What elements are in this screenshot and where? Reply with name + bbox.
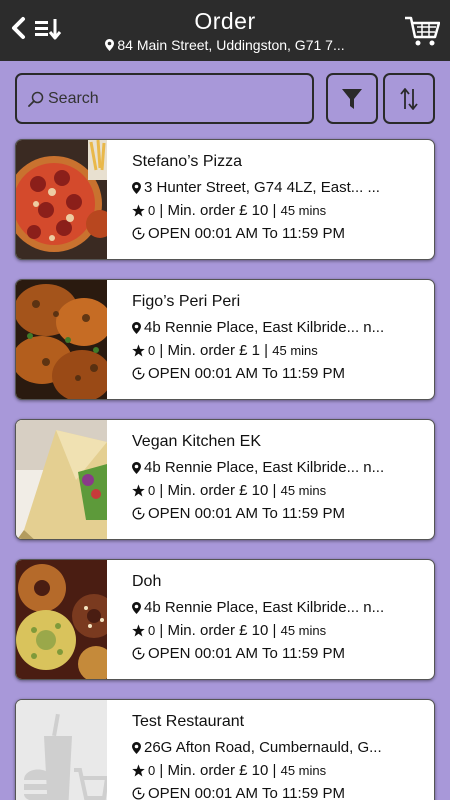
restaurant-card[interactable]: Vegan Kitchen EK 4b Rennie Place, East K…	[15, 419, 435, 540]
restaurant-hours-row: OPEN 00:01 AM To 11:59 PM	[132, 224, 426, 244]
cart-icon[interactable]	[404, 15, 440, 47]
restaurant-min-order: Min. order £ 10	[167, 202, 269, 219]
restaurant-name: Test Restaurant	[132, 713, 245, 730]
restaurant-delivery-time: 45 mins	[272, 343, 318, 358]
restaurant-delivery-time: 45 mins	[280, 623, 327, 638]
restaurant-min-order: Min. order £ 10	[167, 762, 269, 779]
restaurant-address-row: 4b Rennie Place, East Kilbride... n...	[132, 458, 426, 478]
restaurant-hours: OPEN 00:01 AM To 11:59 PM	[148, 505, 346, 522]
restaurant-address: 4b Rennie Place, East Kilbride... n...	[144, 319, 385, 336]
restaurant-min-order: Min. order £ 1	[167, 342, 261, 359]
restaurant-image-chicken	[16, 280, 107, 399]
restaurant-name: Stefano’s Pizza	[132, 153, 242, 170]
restaurant-hours-row: OPEN 00:01 AM To 11:59 PM	[132, 504, 426, 524]
star-icon	[132, 344, 145, 357]
top-bar: Order 84 Main Street, Uddingston, G71 7.…	[0, 0, 450, 61]
restaurant-hours: OPEN 00:01 AM To 11:59 PM	[148, 645, 346, 662]
restaurant-name: Figo’s Peri Peri	[132, 293, 241, 310]
restaurant-info: Vegan Kitchen EK 4b Rennie Place, East K…	[132, 432, 426, 527]
restaurant-image-placeholder	[16, 700, 107, 800]
restaurant-meta-row: 0 | Min. order £ 10 | 45 mins	[132, 481, 426, 501]
restaurant-info: Test Restaurant 26G Afton Road, Cumberna…	[132, 712, 426, 800]
search-input[interactable]	[48, 86, 298, 112]
star-icon	[132, 204, 145, 217]
restaurant-hours-row: OPEN 00:01 AM To 11:59 PM	[132, 364, 426, 384]
sort-button[interactable]	[383, 73, 435, 124]
restaurant-address: 4b Rennie Place, East Kilbride... n...	[144, 459, 385, 476]
restaurant-card[interactable]: Figo’s Peri Peri 4b Rennie Place, East K…	[15, 279, 435, 400]
restaurant-hours: OPEN 00:01 AM To 11:59 PM	[148, 225, 346, 242]
filter-button[interactable]	[326, 73, 378, 124]
restaurant-address: 4b Rennie Place, East Kilbride... n...	[144, 599, 385, 616]
location-pin-icon	[132, 182, 141, 194]
restaurant-delivery-time: 45 mins	[280, 763, 327, 778]
star-icon	[132, 484, 145, 497]
page-title: Order	[194, 8, 256, 34]
restaurant-hours: OPEN 00:01 AM To 11:59 PM	[148, 365, 346, 382]
clock-icon	[132, 787, 145, 800]
restaurant-hours-row: OPEN 00:01 AM To 11:59 PM	[132, 644, 426, 664]
location-pin-icon	[132, 462, 141, 474]
back-icon[interactable]	[8, 14, 30, 42]
location-pin-icon	[132, 322, 141, 334]
restaurant-delivery-time: 45 mins	[280, 203, 327, 218]
sort-list-icon[interactable]	[33, 15, 63, 43]
header-title-block: Order 84 Main Street, Uddingston, G71 7.…	[70, 7, 380, 54]
restaurant-meta-row: 0 | Min. order £ 10 | 45 mins	[132, 621, 426, 641]
restaurant-address-row: 3 Hunter Street, G74 4LZ, East... ...	[132, 178, 426, 198]
restaurant-address: 26G Afton Road, Cumbernauld, G...	[144, 739, 382, 756]
restaurant-hours: OPEN 00:01 AM To 11:59 PM	[148, 785, 346, 800]
restaurant-address-row: 4b Rennie Place, East Kilbride... n...	[132, 318, 426, 338]
location-pin-icon	[105, 39, 115, 51]
delivery-address-text: 84 Main Street, Uddingston, G71 7...	[117, 37, 345, 53]
clock-icon	[132, 507, 145, 520]
restaurant-address-row: 26G Afton Road, Cumbernauld, G...	[132, 738, 426, 758]
restaurant-image-donuts	[16, 560, 107, 679]
restaurant-meta-row: 0 | Min. order £ 10 | 45 mins	[132, 201, 426, 221]
restaurant-min-order: Min. order £ 10	[167, 622, 269, 639]
restaurant-name: Doh	[132, 573, 162, 590]
star-icon	[132, 764, 145, 777]
restaurant-meta-row: 0 | Min. order £ 1 | 45 mins	[132, 341, 426, 361]
restaurant-info: Figo’s Peri Peri 4b Rennie Place, East K…	[132, 292, 426, 387]
restaurant-delivery-time: 45 mins	[280, 483, 327, 498]
restaurant-card[interactable]: Test Restaurant 26G Afton Road, Cumberna…	[15, 699, 435, 800]
restaurant-info: Doh 4b Rennie Place, East Kilbride... n.…	[132, 572, 426, 667]
clock-icon	[132, 647, 145, 660]
star-icon	[132, 624, 145, 637]
restaurant-list: Stefano’s Pizza 3 Hunter Street, G74 4LZ…	[15, 139, 435, 800]
restaurant-info: Stefano’s Pizza 3 Hunter Street, G74 4LZ…	[132, 152, 426, 247]
restaurant-hours-row: OPEN 00:01 AM To 11:59 PM	[132, 784, 426, 800]
restaurant-address-row: 4b Rennie Place, East Kilbride... n...	[132, 598, 426, 618]
sort-arrows-icon	[400, 87, 418, 110]
restaurant-image-wrap	[16, 420, 107, 539]
search-box[interactable]	[15, 73, 314, 124]
restaurant-card[interactable]: Doh 4b Rennie Place, East Kilbride... n.…	[15, 559, 435, 680]
clock-icon	[132, 367, 145, 380]
restaurant-image-pizza	[16, 140, 107, 259]
location-pin-icon	[132, 742, 141, 754]
restaurant-min-order: Min. order £ 10	[167, 482, 269, 499]
restaurant-card[interactable]: Stefano’s Pizza 3 Hunter Street, G74 4LZ…	[15, 139, 435, 260]
clock-icon	[132, 227, 145, 240]
restaurant-address: 3 Hunter Street, G74 4LZ, East... ...	[144, 179, 380, 196]
restaurant-name: Vegan Kitchen EK	[132, 433, 261, 450]
search-icon	[28, 91, 44, 107]
delivery-address[interactable]: 84 Main Street, Uddingston, G71 7...	[70, 36, 380, 54]
filter-icon	[342, 88, 362, 109]
restaurant-meta-row: 0 | Min. order £ 10 | 45 mins	[132, 761, 426, 781]
location-pin-icon	[132, 602, 141, 614]
